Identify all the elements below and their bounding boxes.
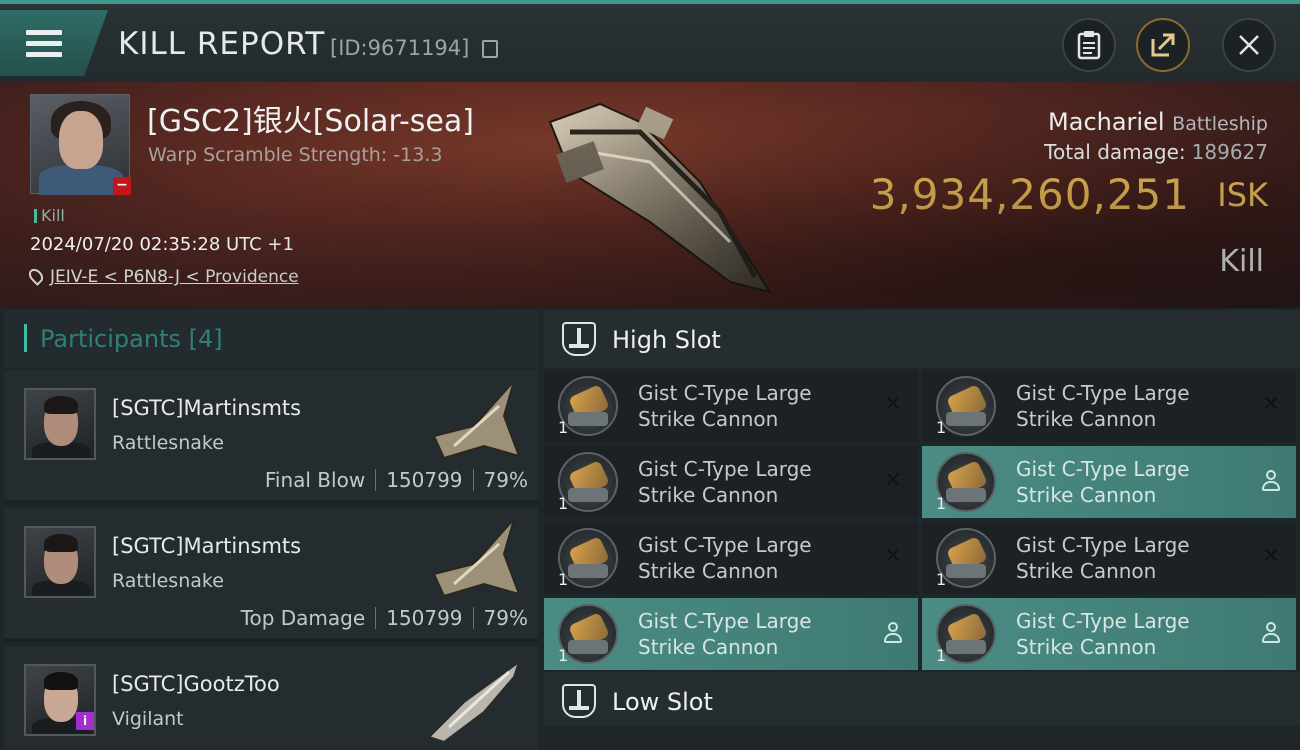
isk-unit: ISK: [1217, 176, 1268, 214]
share-button[interactable]: [1136, 18, 1190, 72]
module-quantity: 1: [558, 570, 569, 589]
participant-ship: Rattlesnake: [112, 570, 224, 592]
participant-row[interactable]: i [SGTC]GootzToo Vigilant: [4, 646, 538, 750]
clipboard-icon: [1077, 31, 1101, 60]
module-name: Gist C-Type Large Strike Cannon: [638, 533, 812, 583]
kill-datetime: 2024/07/20 02:35:28 UTC +1: [30, 234, 294, 255]
module-name: Gist C-Type Large Strike Cannon: [1016, 457, 1190, 507]
module-name: Gist C-Type Large Strike Cannon: [638, 609, 812, 659]
module-slot[interactable]: 1 Gist C-Type Large Strike Cannon: [922, 446, 1296, 518]
module-name: Gist C-Type Large Strike Cannon: [1016, 609, 1190, 659]
close-icon: [1239, 35, 1259, 55]
fitting-panel: High Slot 1 Gist C-Type Large Strike Cann…: [544, 310, 1300, 750]
module-slot[interactable]: 1 Gist C-Type Large Strike Cannon ✕: [544, 446, 918, 518]
ship-class: Battleship: [1172, 113, 1268, 135]
participant-role: Final Blow: [264, 468, 366, 492]
kill-tag: Kill: [34, 206, 65, 225]
module-name: Gist C-Type Large Strike Cannon: [1016, 533, 1190, 583]
kill-location[interactable]: JEIV-E < P6N8-J < Providence: [26, 266, 299, 287]
module-quantity: 1: [936, 570, 947, 589]
isk-value: 3,934,260,251: [869, 170, 1190, 219]
participant-damage: 150799: [386, 468, 463, 492]
participant-ship-image: [427, 659, 521, 742]
participant-row[interactable]: [SGTC]Martinsmts Rattlesnake Top Damage 1…: [4, 508, 538, 642]
victim-ship-image: [548, 102, 773, 294]
person-icon: [1262, 622, 1280, 644]
high-slot-header: High Slot: [544, 310, 1300, 368]
result-label: Kill: [1219, 244, 1264, 279]
participants-title: Participants [4]: [40, 325, 223, 353]
low-slot-list: [544, 726, 1300, 750]
participant-name: [SGTC]Martinsmts: [112, 396, 302, 420]
hamburger-icon: [26, 30, 62, 60]
destroyed-icon: ✕: [1261, 392, 1281, 417]
victim-name[interactable]: [GSC2]银火[Solar-sea]: [147, 96, 474, 140]
module-slot[interactable]: 1 Gist C-Type Large Strike Cannon: [922, 598, 1296, 670]
victim-banner: − Kill [GSC2]银火[Solar-sea] Warp Scramble…: [0, 82, 1300, 308]
participant-ship: Rattlesnake: [112, 432, 224, 454]
destroyed-icon: ✕: [883, 544, 903, 569]
participant-stats: Top Damage 150799 79%: [241, 606, 528, 630]
role-badge: i: [76, 712, 94, 730]
menu-button[interactable]: [0, 10, 108, 76]
destroyed-icon: ✕: [883, 392, 903, 417]
module-quantity: 1: [936, 646, 947, 665]
participant-percent: 79%: [483, 606, 528, 630]
module-slot[interactable]: 1 Gist C-Type Large Strike Cannon ✕: [922, 370, 1296, 442]
participant-name: [SGTC]GootzToo: [112, 672, 280, 696]
low-slot-icon: [562, 684, 596, 718]
standing-badge: −: [113, 177, 131, 195]
share-icon: [1151, 33, 1175, 57]
person-icon: [1262, 470, 1280, 492]
participants-panel: Participants [4] [SGTC]Martinsmts Rattle…: [4, 310, 538, 750]
ship-name: Machariel: [1048, 108, 1165, 136]
location-link[interactable]: JEIV-E < P6N8-J < Providence: [50, 267, 299, 287]
module-slot[interactable]: 1 Gist C-Type Large Strike Cannon ✕: [922, 522, 1296, 594]
high-slot-icon: [562, 322, 596, 356]
victim-ship[interactable]: Machariel Battleship: [1048, 108, 1268, 136]
report-id: [ID:9671194]: [330, 36, 470, 60]
participant-ship-image: [432, 518, 521, 598]
module-name: Gist C-Type Large Strike Cannon: [1016, 381, 1190, 431]
close-button[interactable]: [1222, 18, 1276, 72]
module-quantity: 1: [558, 646, 569, 665]
destroyed-icon: ✕: [1261, 544, 1281, 569]
kill-report-screen: KILL REPORT [ID:9671194] − Kill [GSC2]银火…: [0, 0, 1300, 750]
warp-scramble-strength: Warp Scramble Strength: -13.3: [148, 144, 443, 166]
total-damage-label: Total damage:: [1044, 140, 1186, 164]
module-slot[interactable]: 1 Gist C-Type Large Strike Cannon: [544, 598, 918, 670]
participant-percent: 79%: [483, 468, 528, 492]
module-quantity: 1: [936, 418, 947, 437]
low-slot-title: Low Slot: [612, 688, 713, 716]
module-quantity: 1: [558, 418, 569, 437]
total-damage-value: 189627: [1191, 140, 1268, 164]
avatar[interactable]: [24, 526, 96, 598]
participant-name: [SGTC]Martinsmts: [112, 534, 302, 558]
low-slot-header: Low Slot: [544, 672, 1300, 730]
participant-stats: Final Blow 150799 79%: [265, 468, 528, 492]
module-slot[interactable]: 1 Gist C-Type Large Strike Cannon ✕: [544, 522, 918, 594]
victim-portrait[interactable]: [30, 94, 130, 195]
module-slot[interactable]: 1 Gist C-Type Large Strike Cannon ✕: [544, 370, 918, 442]
module-quantity: 1: [558, 494, 569, 513]
location-pin-icon: [26, 266, 46, 286]
module-quantity: 1: [936, 494, 947, 513]
participant-row[interactable]: [SGTC]Martinsmts Rattlesnake Final Blow 1…: [4, 370, 538, 504]
destroyed-icon: ✕: [883, 468, 903, 493]
participant-ship-image: [432, 380, 521, 460]
clipboard-button[interactable]: [1062, 18, 1116, 72]
copy-icon[interactable]: [482, 40, 498, 58]
total-damage: Total damage: 189627: [1044, 140, 1268, 164]
participant-role: Top Damage: [240, 606, 366, 630]
person-icon: [884, 622, 902, 644]
avatar[interactable]: [24, 388, 96, 460]
participant-ship: Vigilant: [112, 708, 184, 730]
page-title: KILL REPORT: [118, 26, 326, 62]
header-bar: KILL REPORT [ID:9671194]: [0, 0, 1300, 82]
module-name: Gist C-Type Large Strike Cannon: [638, 381, 812, 431]
participants-header: Participants [4]: [4, 310, 538, 368]
participant-damage: 150799: [386, 606, 463, 630]
module-name: Gist C-Type Large Strike Cannon: [638, 457, 812, 507]
high-slot-title: High Slot: [612, 326, 721, 354]
